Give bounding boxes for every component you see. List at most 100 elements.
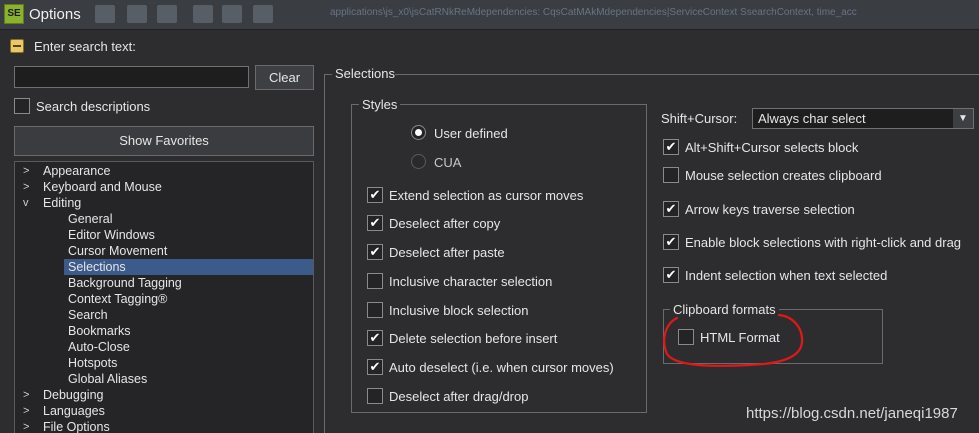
search-descriptions-label: Search descriptions xyxy=(36,99,151,114)
search-header-label: Enter search text: xyxy=(34,39,136,54)
styles-label-3: Deselect after paste xyxy=(389,245,505,260)
tree-item-label: Background Tagging xyxy=(68,276,182,290)
tree-item-background-tagging[interactable]: Background Tagging xyxy=(15,275,313,291)
chevron-right-icon[interactable]: > xyxy=(23,179,35,195)
shift-cursor-value: Always char select xyxy=(758,111,866,126)
toolbar-icon-5[interactable] xyxy=(222,5,242,23)
tree-item-general[interactable]: General xyxy=(15,211,313,227)
checkmark-icon: ✔ xyxy=(369,187,381,202)
app-logo-icon: SE xyxy=(4,4,24,24)
tree-item-label: Debugging xyxy=(43,388,104,402)
tree-item-auto-close[interactable]: Auto-Close xyxy=(15,339,313,355)
tree-item-label: Editor Windows xyxy=(68,228,155,242)
shift-cursor-label: Shift+Cursor: xyxy=(661,111,738,126)
tree-item-appearance[interactable]: > Appearance xyxy=(15,163,313,179)
show-favorites-button[interactable]: Show Favorites xyxy=(14,126,314,156)
styles-label-8: Deselect after drag/drop xyxy=(389,389,529,404)
tree-item-label: Context Tagging® xyxy=(68,292,168,306)
tree-item-editor-windows[interactable]: Editor Windows xyxy=(15,227,313,243)
options-tree[interactable]: > Appearance > Keyboard and Mouse v Editing Ge… xyxy=(14,161,314,433)
tree-item-keyboard-and-mouse[interactable]: > Keyboard and Mouse xyxy=(15,179,313,195)
styles-group-title: Styles xyxy=(359,97,401,112)
chevron-down-icon[interactable]: ▼ xyxy=(953,109,973,128)
selection-option-checkbox-1[interactable]: ✔ xyxy=(663,139,679,155)
tree-item-label: Selections xyxy=(64,259,313,275)
tree-item-file-options[interactable]: > File Options xyxy=(15,419,313,433)
chevron-right-icon[interactable]: > xyxy=(23,419,35,433)
chevron-right-icon[interactable]: > xyxy=(23,403,35,419)
tree-item-label: General xyxy=(68,212,113,226)
search-options-icon xyxy=(10,39,24,53)
styles-checkbox-1[interactable]: ✔ xyxy=(367,187,383,203)
cua-label: CUA xyxy=(434,155,462,170)
tree-item-label: Editing xyxy=(43,196,82,210)
styles-checkbox-5[interactable] xyxy=(367,302,383,318)
selection-option-label-1: Alt+Shift+Cursor selects block xyxy=(685,140,859,155)
tree-item-editing[interactable]: v Editing xyxy=(15,195,313,211)
title-bar: SE Options applications\js_x0\jsCatRNkRe… xyxy=(0,0,979,30)
styles-label-6: Delete selection before insert xyxy=(389,331,558,346)
tree-item-label: Languages xyxy=(43,404,105,418)
toolbar-icon-4[interactable] xyxy=(193,5,213,23)
search-input[interactable] xyxy=(14,66,249,88)
toolbar-icon-6[interactable] xyxy=(253,5,273,23)
selection-option-checkbox-5[interactable]: ✔ xyxy=(663,267,679,283)
selection-option-label-5: Indent selection when text selected xyxy=(685,268,888,283)
checkmark-icon: ✔ xyxy=(665,267,677,282)
toolbar-icon-2[interactable] xyxy=(127,5,147,23)
chevron-right-icon[interactable]: > xyxy=(23,163,35,179)
styles-label-1: Extend selection as cursor moves xyxy=(389,188,584,203)
user-defined-radio[interactable] xyxy=(411,125,426,140)
tree-item-cursor-movement[interactable]: Cursor Movement xyxy=(15,243,313,259)
selection-option-label-2: Mouse selection creates clipboard xyxy=(685,168,882,183)
checkmark-icon: ✔ xyxy=(369,215,381,230)
toolbar-icon-1[interactable] xyxy=(95,5,115,23)
tree-item-context-tagging[interactable]: Context Tagging® xyxy=(15,291,313,307)
tree-item-selections[interactable]: Selections xyxy=(15,259,313,275)
styles-checkbox-7[interactable]: ✔ xyxy=(367,359,383,375)
tree-item-search[interactable]: Search xyxy=(15,307,313,323)
watermark-text: https://blog.csdn.net/janeqi1987 xyxy=(746,405,958,422)
tree-item-label: Hotspots xyxy=(68,356,118,370)
styles-label-7: Auto deselect (i.e. when cursor moves) xyxy=(389,360,614,375)
styles-checkbox-4[interactable] xyxy=(367,273,383,289)
tree-item-label: Global Aliases xyxy=(68,372,148,386)
checkmark-icon: ✔ xyxy=(665,234,677,249)
path-text: applications\js_x0\jsCatRNkReMdependenci… xyxy=(330,7,857,18)
styles-checkbox-3[interactable]: ✔ xyxy=(367,244,383,260)
section-frame-left-tick xyxy=(324,74,332,75)
tree-item-debugging[interactable]: > Debugging xyxy=(15,387,313,403)
checkmark-icon: ✔ xyxy=(369,244,381,259)
section-frame-left xyxy=(324,74,325,433)
checkmark-icon: ✔ xyxy=(369,330,381,345)
tree-item-label: Auto-Close xyxy=(68,340,130,354)
search-descriptions-checkbox[interactable] xyxy=(14,98,30,114)
clear-button[interactable]: Clear xyxy=(255,65,314,90)
tree-item-hotspots[interactable]: Hotspots xyxy=(15,355,313,371)
selection-option-checkbox-4[interactable]: ✔ xyxy=(663,234,679,250)
styles-checkbox-8[interactable] xyxy=(367,388,383,404)
shift-cursor-select[interactable]: Always char select ▼ xyxy=(752,108,974,129)
styles-checkbox-2[interactable]: ✔ xyxy=(367,215,383,231)
styles-label-4: Inclusive character selection xyxy=(389,274,553,289)
styles-checkbox-6[interactable]: ✔ xyxy=(367,330,383,346)
tree-item-languages[interactable]: > Languages xyxy=(15,403,313,419)
selection-option-checkbox-2[interactable] xyxy=(663,167,679,183)
tree-item-label: Appearance xyxy=(43,164,111,178)
chevron-down-icon[interactable]: v xyxy=(23,195,35,211)
tree-item-bookmarks[interactable]: Bookmarks xyxy=(15,323,313,339)
red-annotation-circle xyxy=(663,313,804,367)
selection-option-label-4: Enable block selections with right-click… xyxy=(685,235,962,250)
checkmark-icon: ✔ xyxy=(665,139,677,154)
tree-item-global-aliases[interactable]: Global Aliases xyxy=(15,371,313,387)
user-defined-label: User defined xyxy=(434,126,508,141)
selection-option-checkbox-3[interactable]: ✔ xyxy=(663,201,679,217)
selection-option-label-3: Arrow keys traverse selection xyxy=(685,202,855,217)
chevron-right-icon[interactable]: > xyxy=(23,387,35,403)
tree-item-label: Cursor Movement xyxy=(68,244,168,258)
toolbar-icon-3[interactable] xyxy=(157,5,177,23)
checkmark-icon: ✔ xyxy=(665,201,677,216)
tree-item-label: Keyboard and Mouse xyxy=(43,180,162,194)
section-frame-top xyxy=(395,74,979,75)
cua-radio[interactable] xyxy=(411,154,426,169)
